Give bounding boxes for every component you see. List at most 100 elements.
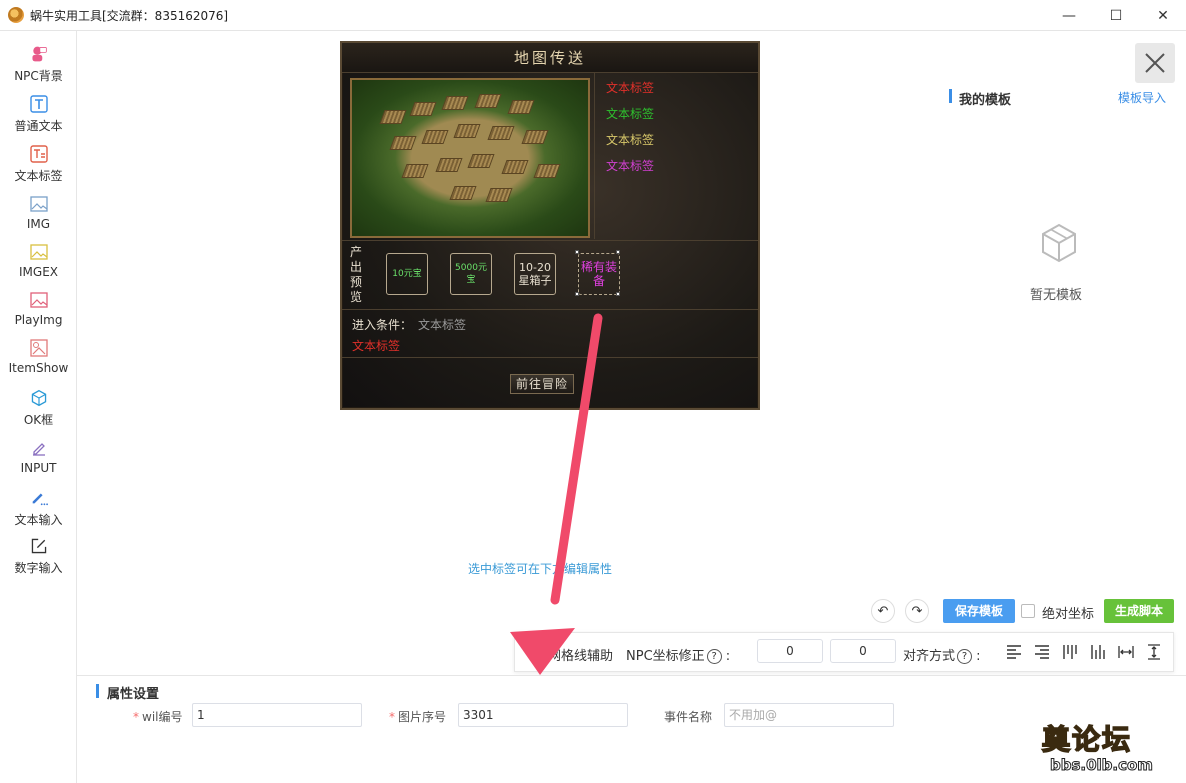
number-input-icon	[30, 537, 48, 555]
save-template-button[interactable]: 保存模板	[943, 599, 1015, 623]
label-colon: :	[725, 649, 731, 664]
text-icon	[29, 95, 48, 113]
align-bottom-icon[interactable]	[1089, 643, 1107, 661]
align-top-icon[interactable]	[1061, 643, 1079, 661]
tool-npc-background[interactable]: NPC背景	[0, 41, 77, 89]
title-bar: 蜗牛实用工具[交流群：835162076] — ☐ ✕	[0, 0, 1186, 31]
map-preview-image[interactable]	[350, 78, 590, 238]
item-slot-3[interactable]: 10-20星箱子	[514, 253, 556, 295]
absolute-coords-checkbox[interactable]	[1021, 604, 1035, 618]
ok-box-icon	[30, 389, 48, 407]
redo-button[interactable]: ↷	[905, 599, 929, 623]
text-tag-2[interactable]: 文本标签	[606, 105, 654, 122]
selection-handle[interactable]	[575, 292, 579, 296]
absolute-coords-label[interactable]: 绝对坐标	[1042, 603, 1094, 622]
align-text: 对齐方式	[903, 649, 956, 664]
my-templates-title: 我的模板	[959, 93, 1012, 108]
tool-itemshow[interactable]: ItemShow	[0, 335, 77, 383]
tool-label: 数字输入	[14, 561, 63, 575]
event-name-label: 事件名称	[664, 710, 713, 724]
event-name-input[interactable]: 不用加@	[724, 703, 894, 727]
undo-icon: ↶	[877, 603, 889, 619]
npc-dialog-preview[interactable]: 地图传送 文本标签 文本标签 文本标签 文本标签 产出预览 10元宝 5000元…	[340, 41, 760, 410]
item-show-icon	[29, 339, 48, 357]
help-icon[interactable]: ?	[957, 649, 973, 664]
tool-label: PlayImg	[14, 313, 63, 327]
redo-icon: ↷	[911, 603, 923, 619]
dialog-title[interactable]: 地图传送	[342, 43, 758, 73]
text-input-icon	[30, 489, 48, 507]
wil-number-label: * wil编号	[133, 710, 183, 724]
minimize-button[interactable]: —	[1046, 0, 1092, 31]
watermark-logo-text: 奠论坛	[1041, 722, 1133, 757]
image-ex-icon	[29, 243, 48, 261]
tool-label: IMG	[26, 217, 51, 231]
tool-label: OK框	[23, 413, 54, 427]
close-icon	[1145, 53, 1165, 73]
selection-handle[interactable]	[616, 250, 620, 254]
generate-script-button[interactable]: 生成脚本	[1104, 599, 1174, 623]
entry-condition-label: 进入条件：	[352, 318, 413, 332]
tool-plain-text[interactable]: 普通文本	[0, 91, 77, 139]
item-slot-1[interactable]: 10元宝	[386, 253, 428, 295]
tool-imgex[interactable]: IMGEX	[0, 239, 77, 287]
image-index-text: 图片序号	[398, 710, 447, 724]
section-accent	[949, 89, 952, 103]
npc-offset-x-input[interactable]: 0	[757, 639, 823, 663]
align-left-icon[interactable]	[1005, 643, 1023, 661]
selection-handle[interactable]	[616, 292, 620, 296]
properties-panel: 属性设置 * wil编号 1 * 图片序号 3301 事件名称 不用加@	[77, 675, 1186, 783]
maximize-button[interactable]: ☐	[1093, 0, 1139, 31]
text-tag-4[interactable]: 文本标签	[606, 157, 654, 174]
npc-background-icon	[30, 45, 48, 63]
distribute-vertical-icon[interactable]	[1145, 643, 1163, 661]
go-adventure-button[interactable]: 前往冒险	[510, 374, 574, 394]
template-import-link[interactable]: 模板导入	[1118, 89, 1166, 106]
tool-playimg[interactable]: PlayImg	[0, 287, 77, 335]
tool-label: 文本输入	[14, 513, 63, 527]
tool-label: 普通文本	[14, 119, 63, 133]
tool-number-input[interactable]: 数字输入	[0, 533, 77, 581]
npc-offset-y-input[interactable]: 0	[830, 639, 896, 663]
close-button[interactable]: ✕	[1140, 0, 1186, 31]
text-tag-1[interactable]: 文本标签	[606, 79, 654, 96]
help-icon[interactable]: ?	[706, 649, 722, 664]
forum-watermark: 奠论坛 bbs.0lb.com	[1032, 718, 1180, 778]
label-colon: :	[976, 649, 981, 664]
close-preview-button[interactable]	[1135, 43, 1175, 83]
canvas-toolbar: 网格线辅助 NPC坐标修正? : 0 0 对齐方式? :	[514, 632, 1174, 672]
undo-button[interactable]: ↶	[871, 599, 895, 623]
item-slot-4-selected[interactable]: 稀有装备	[578, 253, 620, 295]
canvas-hint: 选中标签可在下方编辑属性	[468, 562, 613, 576]
align-right-icon[interactable]	[1033, 643, 1051, 661]
panel-divider	[342, 309, 758, 310]
wil-number-input[interactable]: 1	[192, 703, 362, 727]
minimize-icon: —	[1062, 7, 1076, 24]
entry-condition[interactable]: 进入条件： 文本标签	[352, 316, 466, 333]
panel-divider	[342, 357, 758, 358]
tool-text-input[interactable]: 文本输入	[0, 485, 77, 533]
grid-helper-toggle[interactable]: 网格线辅助	[548, 645, 613, 664]
design-canvas[interactable]: 地图传送 文本标签 文本标签 文本标签 文本标签 产出预览 10元宝 5000元…	[77, 31, 1186, 675]
tool-label: 文本标签	[14, 169, 63, 183]
tool-img[interactable]: IMG	[0, 191, 77, 239]
distribute-horizontal-icon[interactable]	[1117, 643, 1135, 661]
panel-divider	[594, 73, 595, 239]
watermark-url: bbs.0lb.com	[1050, 756, 1154, 775]
text-tag-3[interactable]: 文本标签	[606, 131, 654, 148]
empty-box-icon	[1037, 221, 1081, 265]
selection-handle[interactable]	[575, 250, 579, 254]
no-templates-text: 暂无模板	[1030, 288, 1083, 303]
image-index-label: * 图片序号	[389, 710, 447, 724]
entry-condition-tag[interactable]: 文本标签	[352, 337, 400, 354]
item-slot-2[interactable]: 5000元宝	[450, 253, 492, 295]
tool-input[interactable]: INPUT	[0, 435, 77, 483]
tool-text-tag[interactable]: 文本标签	[0, 141, 77, 189]
tool-label: NPC背景	[14, 69, 63, 83]
image-index-input[interactable]: 3301	[458, 703, 628, 727]
play-image-icon	[29, 291, 48, 309]
tool-sidebar: NPC背景 普通文本 文本标签 IMG IMGEX PlayImg ItemSh…	[0, 31, 77, 783]
tool-ok-box[interactable]: OK框	[0, 385, 77, 433]
npc-offset-text: NPC坐标修正	[626, 649, 705, 664]
tool-label: ItemShow	[8, 361, 69, 375]
